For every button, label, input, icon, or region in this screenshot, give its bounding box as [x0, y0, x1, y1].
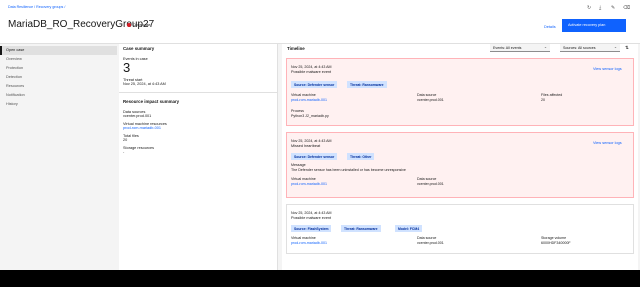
sidebar-item-protection[interactable]: Protection [0, 64, 117, 73]
sidebar-item-notification[interactable]: Notification [0, 91, 117, 100]
event-date: Nov 25, 2024, at 4:43 AM [291, 65, 332, 69]
vm-label: Virtual machine [291, 177, 316, 181]
data-sources-value: vcenter.prod.001 [123, 114, 152, 118]
vm-label: Virtual machine [291, 236, 316, 240]
details-link[interactable]: Details [544, 25, 556, 29]
threat-start-value: Nov 25, 2024, at 4:43 AM [123, 82, 166, 86]
sidebar-item-open-case[interactable]: Open case [0, 46, 117, 55]
events-filter-value: Events: All events [493, 46, 522, 50]
resource-impact-heading: Resource impact summary [123, 99, 180, 104]
case-summary-panel: Case summary Events in case 3 Threat sta… [119, 44, 278, 270]
vm-link[interactable]: prod-rom-mariadb-001 [291, 182, 327, 186]
event-tags: Source: Defender sensor Threat: Ransomwa… [291, 81, 631, 88]
threat-tag: Threat: Other [347, 153, 375, 160]
sidebar-item-resources[interactable]: Resources [0, 82, 117, 91]
sidebar: Open case Overview Protection Detection … [0, 44, 117, 270]
files-affected-label: Files affected [541, 93, 563, 97]
page-header: Data Resilience / Recovery groups / Mari… [0, 0, 640, 44]
edit-icon[interactable]: ✎ [611, 6, 616, 11]
data-source-label: Data source [417, 236, 437, 240]
storage-resources-value: - [123, 150, 125, 154]
breadcrumb[interactable]: Data Resilience / Recovery groups / [8, 5, 65, 9]
status-label: Open case [133, 23, 151, 27]
sidebar-item-overview[interactable]: Overview [0, 55, 117, 64]
timeline-event-card: Nov 25, 2024, at 4:43 AM Possible malwar… [286, 204, 634, 254]
data-source-label: Data source [417, 177, 437, 181]
event-date: Nov 25, 2024, at 4:43 AM [291, 211, 332, 215]
event-tags: Source: Defender sensor Threat: Other [291, 153, 631, 160]
events-in-case-value: 3 [123, 60, 131, 75]
vm-label: Virtual machine [291, 93, 316, 97]
event-title: Missed heartbeat [291, 144, 321, 148]
chevron-down-icon: ⌄ [613, 45, 617, 49]
event-title: Possible malware event [291, 70, 332, 74]
vm-resources-link[interactable]: prod-rom-mariadb-001 [119, 126, 277, 130]
app-window: Data Resilience / Recovery groups / Mari… [0, 0, 640, 270]
timeline-panel: Timeline Events: All events ⌄ Sources: A… [282, 44, 638, 270]
threat-tag: Threat: Ransomware [347, 81, 387, 88]
event-date: Nov 25, 2024, at 4:43 AM [291, 139, 332, 143]
source-tag: Source: FlashSystem [291, 225, 332, 232]
message-value: The Defender sensor has been uninstalled… [291, 168, 406, 172]
process-value: Python3 J2_mariadb.py [291, 114, 329, 118]
vm-link[interactable]: prod-rom-mariadb-001 [291, 241, 327, 245]
data-source-value: vcenter.prod.001 [417, 98, 444, 102]
source-tag: Source: Defender sensor [291, 153, 338, 160]
chevron-down-icon: ⌄ [543, 45, 547, 49]
sidebar-item-detection[interactable]: Detection [0, 73, 117, 82]
events-filter-dropdown[interactable]: Events: All events ⌄ [490, 44, 550, 52]
model-tag: Model: FCM4 [395, 225, 423, 232]
sources-filter-value: Sources: All sources [563, 46, 596, 50]
threat-tag: Threat: Ransomware [341, 225, 381, 232]
timeline-heading: Timeline [287, 46, 305, 51]
delete-icon[interactable]: ⌫ [623, 6, 630, 11]
data-source-value: vcenter.prod.001 [417, 182, 444, 186]
header-actions: ↻ ⤓ ✎ ⌫ [587, 6, 630, 11]
view-sensor-logs-link[interactable]: View sensor logs [593, 141, 622, 145]
storage-volume-value: 6000HDF340000F [541, 241, 571, 245]
storage-volume-label: Storage volume [541, 236, 567, 240]
event-title: Possible malware event [291, 216, 332, 220]
timeline-event-card: Nov 25, 2024, at 4:43 AM Missed heartbea… [286, 132, 634, 198]
refresh-icon[interactable]: ↻ [587, 6, 592, 11]
sidebar-item-history[interactable]: History [0, 100, 117, 109]
event-tags: Source: FlashSystem Threat: Ransomware M… [291, 225, 631, 232]
message-label: Message [291, 163, 306, 167]
files-affected-value: 20 [541, 98, 545, 102]
view-sensor-logs-link[interactable]: View sensor logs [593, 67, 622, 71]
activate-recovery-plan-button[interactable]: Activate recovery plan [562, 19, 626, 32]
timeline-event-card: Nov 25, 2024, at 4:43 AM Possible malwar… [286, 58, 634, 126]
status-badge: Open case [127, 23, 150, 27]
data-source-value: vcenter.prod.001 [417, 241, 444, 245]
case-summary-heading: Case summary [123, 46, 155, 51]
status-dot-icon [127, 23, 131, 27]
data-source-label: Data source [417, 93, 437, 97]
divider [119, 92, 277, 93]
source-tag: Source: Defender sensor [291, 81, 338, 88]
process-label: Process [291, 109, 304, 113]
sort-icon[interactable]: ⇅ [625, 46, 629, 51]
sources-filter-dropdown[interactable]: Sources: All sources ⌄ [560, 44, 620, 52]
download-icon[interactable]: ⤓ [599, 6, 604, 11]
total-files-value: 20 [123, 138, 128, 142]
vm-link[interactable]: prod-rom-mariadb-001 [291, 98, 327, 102]
